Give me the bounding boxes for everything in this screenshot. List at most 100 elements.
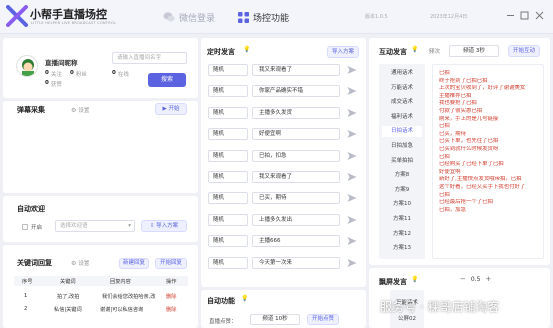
barrage-option[interactable]: 公屏02 [387,314,427,325]
category-item[interactable]: 福利话术 [382,112,422,123]
send-icon[interactable] [347,86,357,96]
schedule-message-input[interactable]: 上播多久发出 [252,214,340,226]
schedule-mode-select[interactable]: 随机 [208,257,248,269]
script-text-area[interactable]: 已拍 终于抢到了已拍已拍 上次的宝贝收到了，好评了谢谢美女 主播推荐已拍 我也要抢了已拍… [432,64,544,259]
keyword-settings[interactable]: ⚙ 设置 [71,259,89,268]
scheduled-import-button[interactable]: 导入方案 [327,46,359,58]
send-icon[interactable] [347,215,357,225]
danmu-settings[interactable]: ⚙ 设置 [71,106,89,115]
category-item[interactable]: 日拍话术 [382,126,422,137]
send-icon[interactable] [347,258,357,268]
send-icon[interactable] [347,108,357,118]
script-line: 已买下单，也先往了已拍 [439,138,499,145]
category-item[interactable]: 方案10 [382,199,422,210]
tab-control[interactable]: 场控功能 [238,9,289,25]
schedule-message-input[interactable]: 你家产品确实不错 [252,85,340,97]
like-label: 直播点赞： [209,319,237,325]
tab-wechat-login-label: 微信登录 [179,13,216,24]
category-item[interactable]: 买单拍拍 [382,156,422,167]
script-line: 新好了,主播快点发货哦带拍，已拍 [439,176,522,183]
interact-interval-input[interactable]: 频道 3秒 [449,45,499,57]
grid-icon [238,11,249,23]
schedule-mode-select[interactable]: 随机 [208,171,248,183]
send-icon[interactable] [347,236,357,246]
schedule-mode-select[interactable]: 随机 [208,85,248,97]
delete-link[interactable]: 删除 [166,293,176,300]
category-item[interactable]: 成交话术 [382,97,422,108]
welcome-import-button[interactable]: ⇩ 导入方案 [141,220,187,232]
tab-wechat-login[interactable]: 微信登录 [163,9,215,25]
col-no: 序号 [22,279,33,285]
schedule-message-input[interactable]: 我又来观看了 [252,171,340,183]
welcome-select[interactable]: 选择欢迎语 ▾ [55,220,135,232]
welcome-toggle[interactable]: 开启 [22,223,42,231]
keyword-start-button[interactable]: 开始回复 [155,258,187,269]
category-item[interactable]: 万能话术 [382,83,422,94]
minus-icon[interactable]: − [460,275,466,283]
send-icon[interactable] [347,129,357,139]
category-item[interactable]: 方案11 [382,214,422,225]
tab-control-label: 场控功能 [253,13,290,24]
category-item[interactable]: 方案12 [382,229,422,240]
scheduled-title: 定时发言 [207,48,235,56]
schedule-mode-select[interactable]: 随机 [208,214,248,226]
schedule-message-input[interactable]: 我又来观看了 [252,64,340,76]
version-label: 版本1.0.5 [365,14,388,20]
close-icon[interactable] [535,11,544,20]
send-icon[interactable] [347,151,357,161]
send-icon[interactable] [347,193,357,203]
schedule-message-input[interactable]: 主播666 [252,235,340,247]
schedule-mode-select[interactable]: 随机 [208,128,248,140]
script-line: 已拍 [439,123,450,130]
app-brand: 小帮手直播场控 [30,8,107,21]
category-item[interactable]: 日拍加急 [382,141,422,152]
script-line: 主播推荐已拍 [439,92,472,99]
col-action: 操作 [166,279,177,285]
minimize-icon[interactable] [506,11,515,20]
stepper-value: 0.5 [470,275,481,283]
delete-link[interactable]: 删除 [166,306,176,313]
plus-icon[interactable]: + [485,275,491,283]
hint-bulb-icon: 💡 [411,276,419,283]
category-item[interactable]: 方案13 [382,243,422,254]
schedule-message-input[interactable]: 已拍，扣急 [252,150,340,162]
barrage-stepper[interactable]: − 0.5 + [460,275,491,283]
gear-icon: ⚙ [71,259,77,267]
checkbox[interactable] [22,224,28,230]
date-label: 2023年12月4日 [430,14,468,20]
send-icon[interactable] [347,172,357,182]
interact-title: 互动发言 [379,48,407,56]
schedule-message-input[interactable]: 已买，期待 [252,192,340,204]
category-item[interactable]: 方案9 [382,185,422,196]
danmu-title: 弹幕采集 [17,106,45,114]
script-line: 已买，期待 [439,130,466,137]
chevron-down-icon: ▾ [128,223,131,229]
script-line: 这个好看，已经又买手下我也付好了 [439,183,526,190]
schedule-mode-select[interactable]: 随机 [208,107,248,119]
category-item[interactable]: 方案8 [382,170,422,181]
search-button[interactable]: 搜索 [148,73,186,87]
send-icon[interactable] [347,65,357,75]
schedule-mode-select[interactable]: 随机 [208,192,248,204]
col-keyword: 关键词 [60,279,76,285]
auto-func-title: 自动功能 [207,297,235,305]
interact-mode[interactable]: 频次 [429,47,440,55]
welcome-panel [3,196,198,242]
danmu-start-button[interactable]: ▶ 开始 [155,103,187,115]
schedule-message-input[interactable]: 今天第一次来 [252,257,340,269]
schedule-mode-select[interactable]: 随机 [208,150,248,162]
like-start-button[interactable]: 开始点赞 [307,314,339,325]
keyword-table-header [14,276,188,286]
schedule-mode-select[interactable]: 随机 [208,235,248,247]
schedule-message-input[interactable]: 好便宜啊 [252,128,340,140]
room-name-input[interactable]: 请输入直播间名字 [112,52,187,64]
keyword-new-button[interactable]: 新建回复 [119,258,149,269]
hint-bulb-icon: 💡 [241,295,249,302]
maximize-icon[interactable] [520,11,529,20]
watermark: 服务号 · 稞哥店铺淘客 [380,300,500,314]
like-interval-input[interactable]: 频道 10秒 [250,314,300,325]
schedule-mode-select[interactable]: 随机 [208,64,248,76]
category-item[interactable]: 通用话术 [382,68,422,79]
schedule-message-input[interactable]: 主播多久发货 [252,107,340,119]
interact-start-button[interactable]: 开始互动 [508,45,540,57]
